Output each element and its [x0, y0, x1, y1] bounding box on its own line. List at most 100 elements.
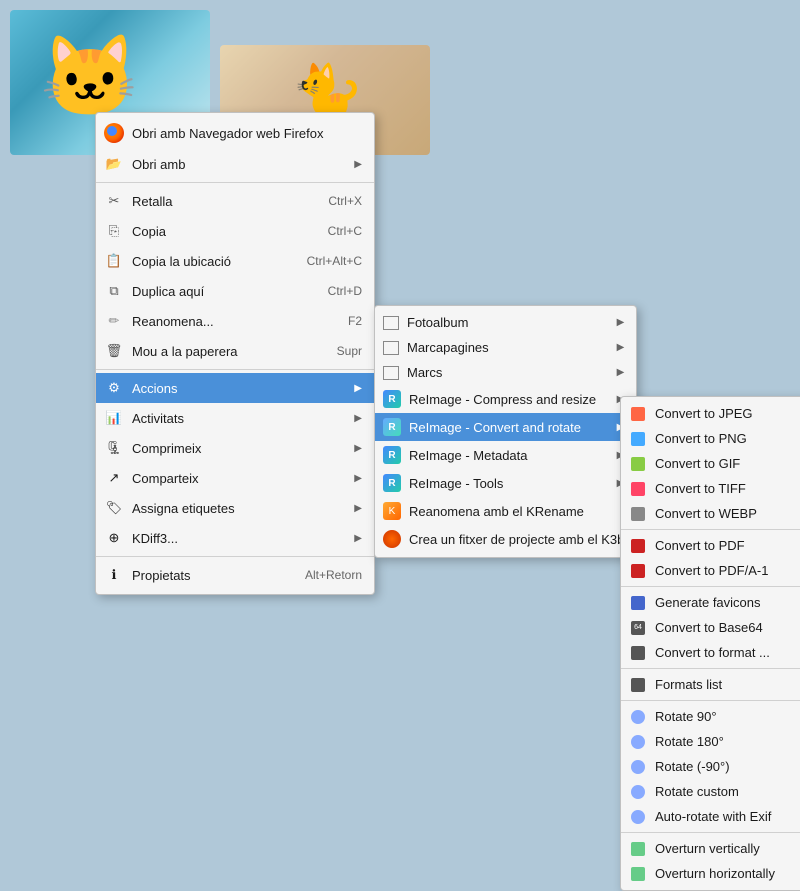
convert-base64-item[interactable]: 64 Convert to Base64 [621, 615, 800, 640]
reimage-metadata-label: ReImage - Metadata [409, 448, 609, 463]
base64-icon: 64 [629, 621, 647, 635]
formats-list-item[interactable]: Formats list [621, 672, 800, 697]
separator-1 [96, 182, 374, 183]
activitats-arrow: ▶ [354, 413, 362, 424]
kdiff-item[interactable]: ⊕ KDiff3... ▶ [96, 523, 374, 553]
fotoalbum-item[interactable]: Fotoalbum ▶ [375, 310, 636, 335]
convert-format-item[interactable]: Convert to format ... [621, 640, 800, 665]
convert-pdfa-item[interactable]: Convert to PDF/A-1 [621, 558, 800, 583]
marcapagines-item[interactable]: Marcapagines ▶ [375, 335, 636, 360]
tiff-icon [629, 482, 647, 496]
convert-format-label: Convert to format ... [655, 645, 800, 660]
convert-png-label: Convert to PNG [655, 431, 800, 446]
convert-tiff-label: Convert to TIFF [655, 481, 800, 496]
photo-album-icon [383, 316, 399, 330]
assigna-item[interactable]: 🏷 Assigna etiquetes ▶ [96, 493, 374, 523]
reimage-convert-icon: R [383, 418, 401, 436]
rotate-minus90-icon [629, 760, 647, 774]
duplicate-label: Duplica aquí [132, 284, 308, 299]
scissors-icon: ✂ [104, 191, 124, 211]
comprimeix-item[interactable]: 🗜 Comprimeix ▶ [96, 433, 374, 463]
auto-rotate-exif-item[interactable]: Auto-rotate with Exif [621, 804, 800, 829]
rotate-180-item[interactable]: Rotate 180° [621, 729, 800, 754]
cut-item[interactable]: ✂ Retalla Ctrl+X [96, 186, 374, 216]
main-context-menu: Obri amb Navegador web Firefox 📂 Obri am… [95, 112, 375, 595]
separator-conv5 [621, 832, 800, 833]
rotate-90-icon [629, 710, 647, 724]
comparteix-arrow: ▶ [354, 473, 362, 484]
separator-conv1 [621, 529, 800, 530]
rotate-minus90-label: Rotate (-90°) [655, 759, 800, 774]
reimage-compress-label: ReImage - Compress and resize [409, 392, 609, 407]
fotoalbum-arrow: ▶ [617, 317, 625, 328]
reimage-compress-item[interactable]: R ReImage - Compress and resize ▶ [375, 385, 636, 413]
convert-gif-item[interactable]: Convert to GIF [621, 451, 800, 476]
marcs-label: Marcs [407, 365, 609, 380]
reimage-convert-item[interactable]: R ReImage - Convert and rotate ▶ [375, 413, 636, 441]
convert-webp-label: Convert to WEBP [655, 506, 800, 521]
copy-item[interactable]: ⎘ Copia Ctrl+C [96, 216, 374, 246]
rotate-custom-icon [629, 785, 647, 799]
marcapagines-label: Marcapagines [407, 340, 609, 355]
activitats-item[interactable]: 📊 Activitats ▶ [96, 403, 374, 433]
share-icon: ↗ [104, 468, 124, 488]
auto-rotate-exif-label: Auto-rotate with Exif [655, 809, 800, 824]
convert-pdf-item[interactable]: Convert to PDF [621, 533, 800, 558]
propietats-item[interactable]: ℹ Propietats Alt+Retorn [96, 560, 374, 590]
propietats-label: Propietats [132, 568, 285, 583]
overturn-vertically-item[interactable]: Overturn vertically [621, 836, 800, 861]
rotate-custom-item[interactable]: Rotate custom [621, 779, 800, 804]
rotate-180-icon [629, 735, 647, 749]
copy-icon: ⎘ [104, 221, 124, 241]
rename-icon: ✏ [104, 311, 124, 331]
accions-item[interactable]: ⚙ Accions ▶ [96, 373, 374, 403]
generate-favicons-label: Generate favicons [655, 595, 800, 610]
convert-jpeg-item[interactable]: Convert to JPEG [621, 401, 800, 426]
rename-item[interactable]: ✏ Reanomena... F2 [96, 306, 374, 336]
comparteix-item[interactable]: ↗ Comparteix ▶ [96, 463, 374, 493]
convert-png-item[interactable]: Convert to PNG [621, 426, 800, 451]
pdf-icon [629, 539, 647, 553]
crea-fitxer-item[interactable]: Crea un fitxer de projecte amb el K3b [375, 525, 636, 553]
separator-3 [96, 556, 374, 557]
overturn-horizontally-label: Overturn horizontally [655, 866, 800, 881]
open-with-label: Obri amb [132, 157, 346, 172]
overturn-vertically-label: Overturn vertically [655, 841, 800, 856]
actions-submenu: Fotoalbum ▶ Marcapagines ▶ Marcs ▶ R ReI… [374, 305, 637, 558]
list-icon [629, 678, 647, 692]
rotate-minus90-item[interactable]: Rotate (-90°) [621, 754, 800, 779]
duplicate-item[interactable]: ⧉ Duplica aquí Ctrl+D [96, 276, 374, 306]
cut-shortcut: Ctrl+X [328, 194, 362, 208]
tag-icon: 🏷 [104, 498, 124, 518]
convert-webp-item[interactable]: Convert to WEBP [621, 501, 800, 526]
convert-base64-label: Convert to Base64 [655, 620, 800, 635]
assigna-label: Assigna etiquetes [132, 501, 346, 516]
kdiff-arrow: ▶ [354, 533, 362, 544]
copy-location-label: Copia la ubicació [132, 254, 287, 269]
rotate-90-item[interactable]: Rotate 90° [621, 704, 800, 729]
open-with-item[interactable]: 📂 Obri amb ▶ [96, 149, 374, 179]
open-with-arrow: ▶ [354, 159, 362, 170]
generate-favicons-item[interactable]: Generate favicons [621, 590, 800, 615]
copy-location-shortcut: Ctrl+Alt+C [307, 254, 362, 268]
reimage-tools-item[interactable]: R ReImage - Tools ▶ [375, 469, 636, 497]
convert-rotate-submenu: Convert to JPEG Convert to PNG Convert t… [620, 396, 800, 891]
webp-icon [629, 507, 647, 521]
overturn-horizontally-icon [629, 867, 647, 881]
convert-tiff-item[interactable]: Convert to TIFF [621, 476, 800, 501]
copy-location-item[interactable]: 📋 Copia la ubicació Ctrl+Alt+C [96, 246, 374, 276]
marcs-item[interactable]: Marcs ▶ [375, 360, 636, 385]
open-firefox-item[interactable]: Obri amb Navegador web Firefox [96, 117, 374, 149]
overturn-horizontally-item[interactable]: Overturn horizontally [621, 861, 800, 886]
reimage-metadata-item[interactable]: R ReImage - Metadata ▶ [375, 441, 636, 469]
trash-item[interactable]: 🗑 Mou a la paperera Supr [96, 336, 374, 366]
trash-icon: 🗑 [104, 341, 124, 361]
reanomena-krename-item[interactable]: K Reanomena amb el KRename [375, 497, 636, 525]
kdiff-label: KDiff3... [132, 531, 346, 546]
k3b-icon [383, 530, 401, 548]
rotate-90-label: Rotate 90° [655, 709, 800, 724]
cut-label: Retalla [132, 194, 308, 209]
overturn-vertically-icon [629, 842, 647, 856]
comparteix-label: Comparteix [132, 471, 346, 486]
marcs-arrow: ▶ [617, 367, 625, 378]
